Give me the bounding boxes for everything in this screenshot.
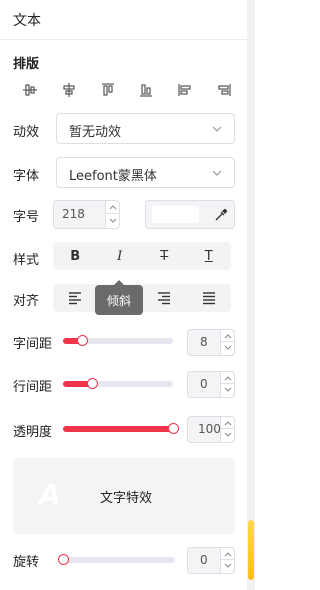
rotation-label: 旋转: [13, 555, 40, 570]
slider-thumb[interactable]: [86, 378, 98, 389]
line-spacing-input[interactable]: 0: [187, 371, 235, 398]
opacity-slider[interactable]: [63, 423, 179, 434]
letter-spacing-value: 8: [200, 335, 208, 349]
stepper-up-icon[interactable]: [221, 417, 234, 429]
text-effect-preview: A: [39, 478, 61, 511]
scrollbar[interactable]: [247, 0, 255, 590]
slider-thumb[interactable]: [168, 423, 179, 434]
animation-select[interactable]: 暂无动效: [56, 113, 235, 144]
align-text-justify-button[interactable]: [187, 284, 232, 312]
layout-toolbar: [22, 82, 232, 98]
stepper-up-icon[interactable]: [221, 330, 234, 342]
panel-title: 文本: [13, 13, 41, 29]
style-toolbar: B I T T: [53, 242, 231, 270]
align-label: 对齐: [13, 294, 40, 309]
font-size-stepper: [105, 201, 119, 228]
stepper-down-icon[interactable]: [221, 342, 234, 354]
font-select[interactable]: Leefont蒙黑体: [56, 157, 235, 188]
eyedropper-icon[interactable]: [214, 208, 228, 222]
font-label: 字体: [13, 169, 40, 184]
bold-button[interactable]: B: [53, 242, 98, 270]
text-effect-card[interactable]: A 文字特效: [13, 458, 235, 534]
align-top-icon[interactable]: [100, 82, 116, 98]
stepper-up-icon[interactable]: [106, 201, 119, 214]
italic-button[interactable]: I: [98, 242, 143, 270]
underline-button[interactable]: T: [187, 242, 232, 270]
opacity-label: 透明度: [13, 425, 53, 440]
letter-spacing-input[interactable]: 8: [187, 329, 235, 356]
align-left-icon[interactable]: [177, 82, 193, 98]
underline-icon: T: [204, 248, 213, 264]
opacity-stepper: [220, 417, 234, 442]
text-align-right-icon: [158, 292, 171, 305]
stepper-up-icon[interactable]: [221, 372, 234, 384]
font-size-value: 218: [62, 207, 85, 221]
stepper-down-icon[interactable]: [221, 429, 234, 441]
text-align-justify-icon: [202, 292, 215, 305]
rotation-input[interactable]: 0: [187, 547, 235, 574]
stepper-down-icon[interactable]: [221, 560, 234, 572]
animation-label: 动效: [13, 125, 40, 140]
chevron-down-icon: [212, 170, 222, 176]
text-color-picker[interactable]: [145, 200, 235, 229]
style-label: 样式: [13, 253, 40, 268]
align-horizontal-center-icon[interactable]: [61, 82, 77, 98]
line-spacing-slider[interactable]: [63, 378, 173, 389]
font-size-input[interactable]: 218: [53, 200, 120, 229]
letter-spacing-stepper: [220, 330, 234, 355]
animation-select-value: 暂无动效: [69, 125, 122, 140]
line-spacing-value: 0: [200, 377, 208, 391]
text-effect-label: 文字特效: [100, 491, 153, 506]
opacity-input[interactable]: 100: [187, 416, 235, 443]
font-select-value: Leefont蒙黑体: [69, 169, 157, 184]
italic-icon: I: [117, 248, 123, 264]
align-text-right-button[interactable]: [142, 284, 187, 312]
font-size-label: 字号: [13, 210, 40, 225]
stepper-down-icon[interactable]: [106, 214, 119, 227]
stepper-up-icon[interactable]: [221, 548, 234, 560]
opacity-value: 100: [198, 422, 221, 436]
align-bottom-icon[interactable]: [138, 82, 154, 98]
rotation-value: 0: [200, 553, 208, 567]
strikethrough-button[interactable]: T: [142, 242, 187, 270]
letter-spacing-label: 字间距: [13, 337, 53, 352]
panel-header: 文本: [0, 0, 247, 40]
line-spacing-stepper: [220, 372, 234, 397]
align-vertical-center-icon[interactable]: [22, 82, 38, 98]
layout-section-title: 排版: [13, 57, 40, 72]
strikethrough-icon: T: [160, 248, 169, 264]
slider-thumb[interactable]: [58, 554, 69, 565]
align-text-left-button[interactable]: [53, 284, 98, 312]
italic-tooltip: 倾斜: [95, 280, 143, 315]
text-properties-panel: 文本 排版 动效 暂无动效 字体 Leefont蒙黑体 字号 218 样式 B …: [0, 0, 247, 590]
align-right-icon[interactable]: [216, 82, 232, 98]
rotation-slider[interactable]: [58, 554, 175, 565]
rotation-stepper: [220, 548, 234, 573]
bold-icon: B: [70, 248, 81, 264]
scrollbar-thumb[interactable]: [248, 520, 254, 580]
text-align-left-icon: [69, 292, 82, 305]
slider-fill: [63, 426, 173, 432]
line-spacing-label: 行间距: [13, 380, 53, 395]
color-swatch[interactable]: [152, 206, 199, 223]
slider-thumb[interactable]: [76, 335, 88, 346]
stepper-down-icon[interactable]: [221, 384, 234, 396]
chevron-down-icon: [212, 126, 222, 132]
letter-spacing-slider[interactable]: [63, 335, 173, 346]
